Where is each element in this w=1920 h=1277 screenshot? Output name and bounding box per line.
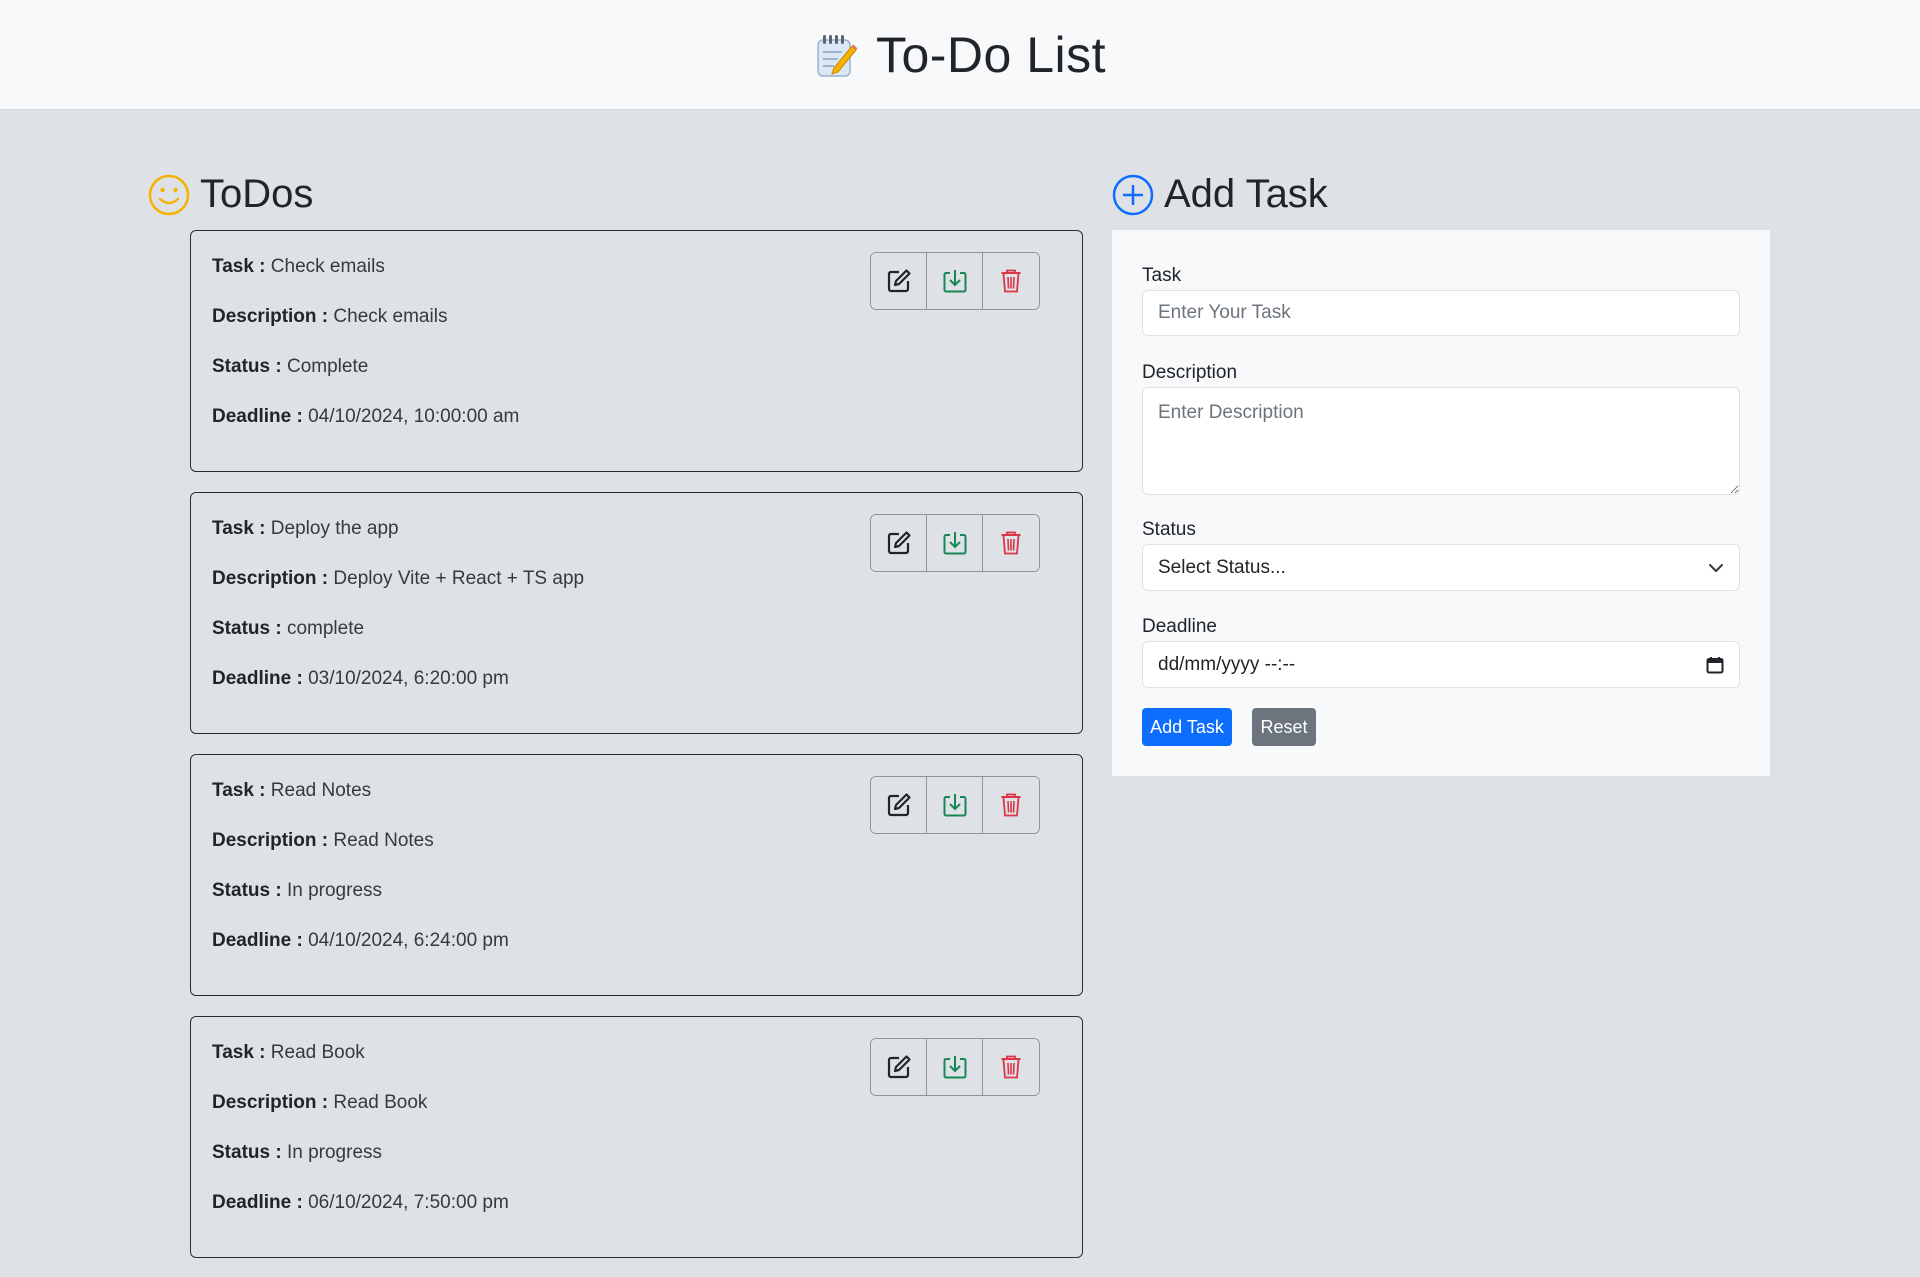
todo-card: Task : Read Book Description : Read Book…	[190, 1016, 1083, 1258]
smiley-icon	[148, 174, 190, 215]
card-actions	[870, 1038, 1040, 1096]
save-button[interactable]	[927, 515, 983, 571]
deadline-value: 03/10/2024, 6:20:00 pm	[308, 668, 509, 689]
task-label: Task :	[212, 256, 266, 277]
deadline-line: Deadline : 04/10/2024, 6:24:00 pm	[212, 929, 1061, 953]
add-task-heading-text: Add Task	[1164, 172, 1328, 216]
status-line: Status : Complete	[212, 355, 1061, 379]
description-label: Description :	[212, 568, 329, 589]
task-label: Task :	[212, 1042, 266, 1063]
calendar-icon[interactable]	[1706, 656, 1724, 674]
download-icon	[943, 794, 966, 817]
delete-button[interactable]	[983, 515, 1039, 571]
todo-card: Task : Read Notes Description : Read Not…	[190, 754, 1083, 996]
download-icon	[943, 532, 966, 555]
edit-icon	[887, 531, 911, 555]
edit-button[interactable]	[871, 1039, 927, 1095]
deadline-label: Deadline :	[212, 668, 303, 689]
add-task-button[interactable]: Add Task	[1142, 708, 1232, 746]
trash-icon	[1001, 793, 1021, 817]
save-button[interactable]	[927, 777, 983, 833]
status-value: complete	[286, 618, 365, 639]
task-field-label: Task	[1142, 265, 1182, 286]
status-line: Status : complete	[212, 617, 1061, 641]
status-field-label: Status	[1142, 519, 1196, 540]
todos-heading-text: ToDos	[200, 172, 314, 216]
card-actions	[870, 252, 1040, 310]
deadline-value: 04/10/2024, 6:24:00 pm	[308, 930, 509, 951]
description-label: Description :	[212, 306, 329, 327]
edit-icon	[887, 1055, 911, 1079]
status-value: Complete	[286, 356, 369, 377]
task-value: Read Book	[270, 1042, 365, 1063]
edit-icon	[887, 269, 911, 293]
task-value: Check emails	[270, 256, 385, 277]
task-value: Read Notes	[270, 780, 372, 801]
deadline-label: Deadline :	[212, 406, 303, 427]
navbar: To-Do List	[0, 0, 1920, 110]
status-line: Status : In progress	[212, 879, 1061, 903]
deadline-line: Deadline : 03/10/2024, 6:20:00 pm	[212, 667, 1061, 691]
deadline-field-label: Deadline	[1142, 616, 1217, 637]
deadline-line: Deadline : 04/10/2024, 10:00:00 am	[212, 405, 1061, 429]
edit-button[interactable]	[871, 777, 927, 833]
trash-icon	[1001, 1055, 1021, 1079]
status-label: Status :	[212, 356, 282, 377]
deadline-label: Deadline :	[212, 930, 303, 951]
page-title: To-Do List	[875, 26, 1107, 83]
delete-button[interactable]	[983, 777, 1039, 833]
download-icon	[943, 270, 966, 293]
reset-button[interactable]: Reset	[1252, 708, 1316, 746]
task-input[interactable]	[1142, 290, 1740, 336]
plus-circle-icon	[1112, 174, 1154, 215]
status-line: Status : In progress	[212, 1141, 1061, 1165]
chevron-down-icon	[1709, 563, 1723, 572]
edit-button[interactable]	[871, 253, 927, 309]
status-select-value: Select Status...	[1158, 556, 1286, 578]
trash-icon	[1001, 531, 1021, 555]
save-button[interactable]	[927, 253, 983, 309]
description-value: Deploy Vite + React + TS app	[333, 568, 585, 589]
description-value: Read Notes	[333, 830, 434, 851]
save-button[interactable]	[927, 1039, 983, 1095]
card-actions	[870, 776, 1040, 834]
task-label: Task :	[212, 518, 266, 539]
trash-icon	[1001, 269, 1021, 293]
description-value: Check emails	[333, 306, 448, 327]
todo-card: Task : Deploy the app Description : Depl…	[190, 492, 1083, 734]
deadline-line: Deadline : 06/10/2024, 7:50:00 pm	[212, 1191, 1061, 1215]
deadline-input-value: dd/mm/yyyy --:--	[1158, 653, 1296, 675]
deadline-value: 04/10/2024, 10:00:00 am	[308, 406, 520, 427]
edit-button[interactable]	[871, 515, 927, 571]
edit-icon	[887, 793, 911, 817]
todos-heading: ToDos	[148, 172, 313, 217]
status-label: Status :	[212, 618, 282, 639]
description-label: Description :	[212, 1092, 329, 1113]
memo-icon	[817, 34, 858, 77]
description-input[interactable]	[1142, 387, 1740, 495]
download-icon	[943, 1056, 966, 1079]
status-label: Status :	[212, 1142, 282, 1163]
card-actions	[870, 514, 1040, 572]
add-task-form: Task Description Status Select Status...…	[1112, 230, 1770, 776]
status-select[interactable]: Select Status...	[1142, 544, 1740, 591]
delete-button[interactable]	[983, 253, 1039, 309]
delete-button[interactable]	[983, 1039, 1039, 1095]
description-field-label: Description	[1142, 362, 1238, 383]
todo-card: Task : Check emails Description : Check …	[190, 230, 1083, 472]
deadline-input[interactable]: dd/mm/yyyy --:--	[1142, 641, 1740, 688]
deadline-label: Deadline :	[212, 1192, 303, 1213]
task-label: Task :	[212, 780, 266, 801]
deadline-value: 06/10/2024, 7:50:00 pm	[308, 1192, 509, 1213]
add-task-heading: Add Task	[1112, 172, 1328, 217]
task-value: Deploy the app	[270, 518, 399, 539]
brand: To-Do List	[814, 26, 1106, 84]
description-label: Description :	[212, 830, 329, 851]
status-value: In progress	[286, 1142, 383, 1163]
description-value: Read Book	[333, 1092, 428, 1113]
status-value: In progress	[286, 880, 383, 901]
status-label: Status :	[212, 880, 282, 901]
